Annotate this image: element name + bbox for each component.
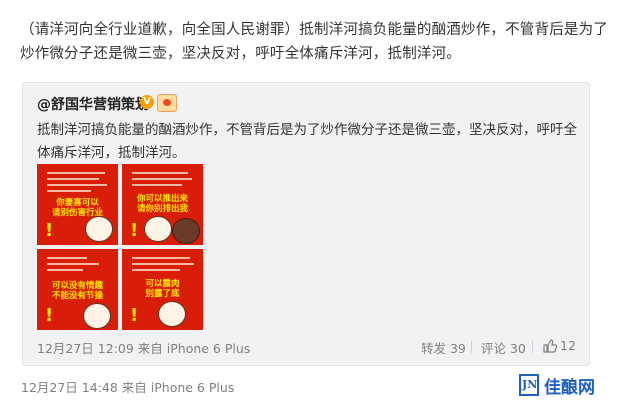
image-caption: 你妻喜可以 请别伤害行业: [51, 198, 103, 218]
brand-logo-icon: [519, 374, 539, 396]
image-caption: 可以露肉 别露了底: [145, 279, 180, 299]
image-text-line: [132, 178, 192, 180]
image-text-line: [47, 178, 99, 180]
member-icon[interactable]: [157, 94, 177, 112]
brand-name: 佳酿网: [544, 378, 595, 398]
image-text-line: [132, 263, 194, 265]
like-count[interactable]: 12: [560, 338, 576, 353]
thumbs-up-icon[interactable]: [543, 339, 557, 353]
repost-image-4[interactable]: 可以露肉 别露了底 !: [122, 249, 203, 330]
cartoon-face-icon: [144, 216, 172, 242]
repost-timestamp[interactable]: 12月27日 12:09: [37, 341, 134, 356]
repost-container: @舒国华营销策划 V 抵制洋河搞负能量的酗酒炒作，不管背后是为了炒作微分子还是微…: [22, 82, 590, 366]
image-caption: 你可以推出来 请你别排出我: [136, 194, 188, 214]
image-text-line: [47, 190, 91, 192]
image-text-line: [47, 269, 83, 271]
post-meta: 12月27日 14:48 来自 iPhone 6 Plus: [21, 377, 234, 396]
post-text: （请洋河向全行业道歉，向全国人民谢罪）抵制洋河搞负能量的酗酒炒作，不管背后是为了…: [20, 22, 608, 62]
image-text-line: [132, 172, 188, 174]
post-source[interactable]: 来自 iPhone 6 Plus: [122, 380, 235, 395]
image-text-line: [132, 184, 182, 186]
repost-source[interactable]: 来自 iPhone 6 Plus: [138, 341, 251, 356]
exclamation-icon: !: [45, 305, 54, 326]
action-divider: [471, 341, 472, 353]
post-timestamp[interactable]: 12月27日 14:48: [21, 380, 118, 395]
image-text-line: [132, 269, 180, 271]
cartoon-face-icon: [158, 301, 186, 327]
repost-meta: 12月27日 12:09 来自 iPhone 6 Plus: [37, 338, 250, 357]
exclamation-icon: !: [130, 220, 139, 241]
verified-badge-icon: V: [140, 95, 154, 109]
cartoon-face-icon: [85, 216, 113, 242]
repost-image-2[interactable]: 你可以推出来 请你别排出我 !: [122, 164, 203, 245]
repost-count-button[interactable]: 转发 39: [421, 338, 466, 357]
exclamation-icon: !: [130, 305, 139, 326]
image-text-line: [47, 184, 107, 186]
repost-author-link[interactable]: @舒国华营销策划: [37, 94, 149, 114]
image-text-line: [47, 257, 87, 259]
image-text-line: [47, 263, 99, 265]
image-caption: 可以没有情趣 不能没有节操: [51, 281, 103, 301]
repost-text: 抵制洋河搞负能量的酗酒炒作，不管背后是为了炒作微分子还是微三壶，坚决反对，呼吁全…: [37, 122, 577, 161]
exclamation-icon: !: [45, 220, 54, 241]
action-divider: [532, 341, 533, 353]
repost-image-3[interactable]: 可以没有情趣 不能没有节操 !: [37, 249, 118, 330]
cartoon-face-icon: [83, 303, 111, 329]
image-text-line: [47, 172, 105, 174]
comment-count-button[interactable]: 评论 30: [481, 338, 526, 357]
image-text-line: [132, 257, 190, 259]
repost-image-1[interactable]: 你妻喜可以 请别伤害行业 !: [37, 164, 118, 245]
cartoon-face-icon: [172, 218, 200, 244]
